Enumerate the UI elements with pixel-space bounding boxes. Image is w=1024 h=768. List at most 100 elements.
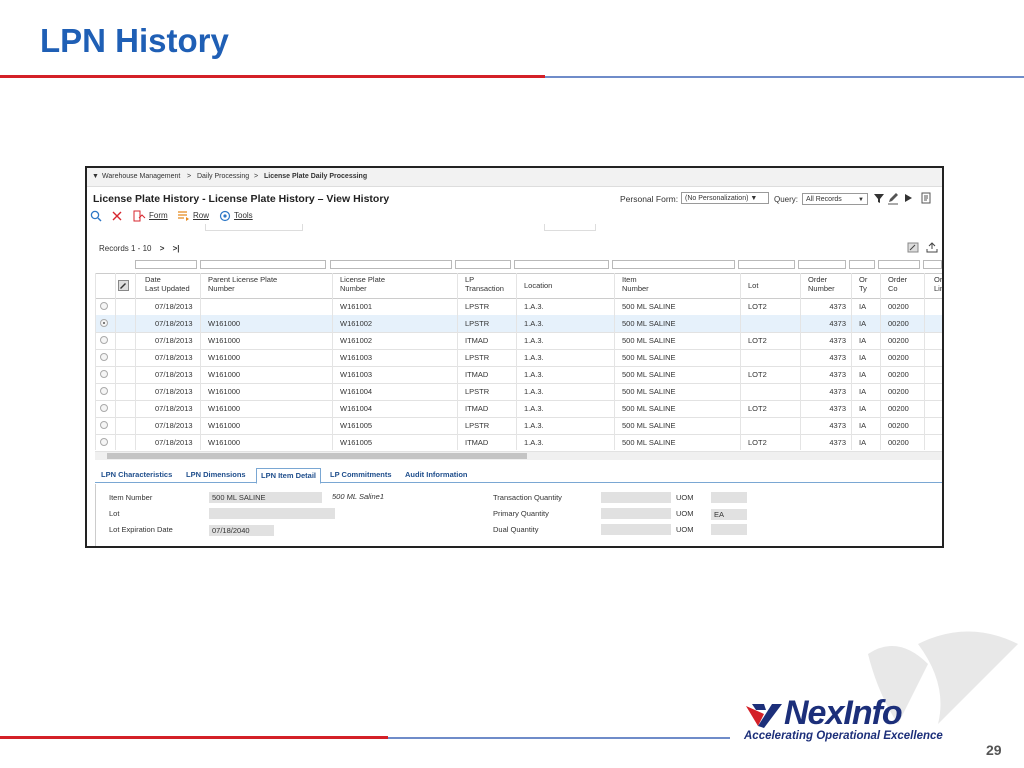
transaction-uom-field[interactable] bbox=[711, 492, 747, 503]
qbe-input-parent[interactable] bbox=[200, 260, 326, 269]
form-menu[interactable]: Form bbox=[149, 211, 168, 220]
breadcrumb-item-daily[interactable]: Daily Processing bbox=[197, 173, 249, 180]
cell-trans: LPSTR bbox=[465, 421, 490, 430]
table-row[interactable]: 07/18/2013 W161000 W161003 ITMAD 1.A.3. 500 M… bbox=[95, 366, 942, 384]
table-row[interactable]: 07/18/2013 W161001 LPSTR 1.A.3. 500 ML SALIN… bbox=[95, 298, 942, 316]
row-select-radio[interactable] bbox=[100, 370, 108, 378]
table-row[interactable]: 07/18/2013 W161000 W161005 ITMAD 1.A.3. 500 M… bbox=[95, 434, 942, 452]
row-select-radio[interactable] bbox=[100, 404, 108, 412]
next-icon[interactable]: > bbox=[160, 244, 165, 253]
table-row[interactable]: 07/18/2013 W161000 W161004 LPSTR 1.A.3. 500 M… bbox=[95, 383, 942, 401]
tab-lpn-dimensions[interactable]: LPN Dimensions bbox=[186, 470, 246, 479]
play-icon[interactable] bbox=[902, 191, 914, 205]
row-menu[interactable]: Row bbox=[193, 211, 209, 220]
grid-edit-icon[interactable] bbox=[118, 280, 129, 291]
row-select-radio[interactable] bbox=[100, 438, 108, 446]
transaction-quantity-field[interactable] bbox=[601, 492, 671, 503]
filter-icon[interactable] bbox=[873, 191, 885, 205]
dual-uom-field[interactable] bbox=[711, 524, 747, 535]
tab-lpn-characteristics[interactable]: LPN Characteristics bbox=[101, 470, 172, 479]
table-row[interactable]: 07/18/2013 W161000 W161004 ITMAD 1.A.3. 500 M… bbox=[95, 400, 942, 418]
row-select-radio[interactable] bbox=[100, 387, 108, 395]
edit-icon[interactable] bbox=[887, 191, 899, 205]
column-header-parent[interactable]: Parent License Plate Number bbox=[208, 275, 277, 293]
form-icon[interactable] bbox=[133, 210, 146, 222]
table-row[interactable]: 07/18/2013 W161000 W161002 LPSTR 1.A.3. 500 M… bbox=[95, 315, 942, 333]
breadcrumb-toggle-icon[interactable]: ▼ bbox=[92, 173, 99, 180]
close-icon[interactable] bbox=[112, 211, 122, 221]
qbe-input-lpn[interactable] bbox=[330, 260, 452, 269]
qbe-input-item[interactable] bbox=[612, 260, 735, 269]
lot-field[interactable] bbox=[209, 508, 335, 519]
cell-parent: W161000 bbox=[208, 438, 241, 447]
uom-label: UOM bbox=[676, 509, 694, 518]
primary-uom-field[interactable]: EA bbox=[711, 509, 747, 520]
row-icon[interactable] bbox=[177, 210, 190, 222]
column-header-orline[interactable]: Ord Line bbox=[934, 275, 942, 293]
qbe-input-orco[interactable] bbox=[878, 260, 920, 269]
edit-grid-icon[interactable] bbox=[907, 242, 919, 253]
cell-item: 500 ML SALINE bbox=[622, 302, 676, 311]
table-row[interactable]: 07/18/2013 W161000 W161005 LPSTR 1.A.3. 500 M… bbox=[95, 417, 942, 435]
last-icon[interactable]: >| bbox=[173, 244, 180, 253]
item-number-field[interactable]: 500 ML SALINE bbox=[209, 492, 322, 503]
cell-lot: LOT2 bbox=[748, 302, 767, 311]
cell-lot: LOT2 bbox=[748, 370, 767, 379]
row-select-radio[interactable] bbox=[100, 421, 108, 429]
column-header-date[interactable]: Date Last Updated bbox=[145, 275, 190, 293]
row-select-radio[interactable] bbox=[100, 319, 108, 327]
horizontal-scrollbar[interactable] bbox=[95, 452, 942, 460]
column-header-lot[interactable]: Lot bbox=[748, 281, 758, 290]
column-header-orty[interactable]: Or Ty bbox=[859, 275, 867, 293]
column-header-order[interactable]: Order Number bbox=[808, 275, 835, 293]
tools-icon[interactable] bbox=[219, 210, 231, 222]
qbe-input-orty[interactable] bbox=[849, 260, 875, 269]
qbe-input-order[interactable] bbox=[798, 260, 846, 269]
cell-orty: IA bbox=[859, 370, 867, 379]
tab-strip: LPN Characteristics LPN Dimensions LPN I… bbox=[95, 468, 942, 484]
tab-lpn-item-detail[interactable]: LPN Item Detail bbox=[256, 468, 322, 484]
query-select[interactable]: All Records ▼ bbox=[802, 193, 868, 205]
scrollbar-thumb[interactable] bbox=[107, 453, 527, 459]
slide-title: LPN History bbox=[40, 22, 229, 59]
column-header-orco[interactable]: Order Co bbox=[888, 275, 907, 293]
qbe-input-trans[interactable] bbox=[455, 260, 511, 269]
breadcrumb-item-warehouse[interactable]: Warehouse Management bbox=[102, 173, 180, 180]
cell-date: 07/18/2013 bbox=[155, 370, 193, 379]
tools-menu[interactable]: Tools bbox=[234, 211, 253, 220]
personal-form-select[interactable]: (No Personalization) ▼ bbox=[681, 192, 769, 204]
row-select-radio[interactable] bbox=[100, 353, 108, 361]
column-header-loc[interactable]: Location bbox=[524, 281, 552, 290]
table-row[interactable]: 07/18/2013 W161000 W161003 LPSTR 1.A.3. 500 M… bbox=[95, 349, 942, 367]
tab-audit-information[interactable]: Audit Information bbox=[405, 470, 468, 479]
qbe-input-date[interactable] bbox=[135, 260, 197, 269]
cell-lpn: W161003 bbox=[340, 353, 373, 362]
row-select-radio[interactable] bbox=[100, 302, 108, 310]
table-row[interactable]: 07/18/2013 W161000 W161002 ITMAD 1.A.3. 500 M… bbox=[95, 332, 942, 350]
filter-strip bbox=[205, 224, 303, 231]
lot-expiration-field[interactable]: 07/18/2040 bbox=[209, 525, 274, 536]
qbe-input-orline[interactable] bbox=[923, 260, 942, 269]
qbe-input-location[interactable] bbox=[514, 260, 609, 269]
cell-orty: IA bbox=[859, 421, 867, 430]
cell-lpn: W161005 bbox=[340, 421, 373, 430]
qbe-input-lot[interactable] bbox=[738, 260, 795, 269]
cell-loc: 1.A.3. bbox=[524, 319, 544, 328]
dual-quantity-field[interactable] bbox=[601, 524, 671, 535]
column-header-trans[interactable]: LP Transaction bbox=[465, 275, 504, 293]
cell-order: 4373 bbox=[829, 421, 846, 430]
page-number: 29 bbox=[986, 742, 1002, 758]
cell-orty: IA bbox=[859, 302, 867, 311]
row-select-radio[interactable] bbox=[100, 336, 108, 344]
column-header-lpn[interactable]: License Plate Number bbox=[340, 275, 385, 293]
search-icon[interactable] bbox=[90, 210, 102, 222]
cell-loc: 1.A.3. bbox=[524, 387, 544, 396]
tab-lp-commitments[interactable]: LP Commitments bbox=[330, 470, 392, 479]
cell-order: 4373 bbox=[829, 387, 846, 396]
cell-date: 07/18/2013 bbox=[155, 319, 193, 328]
cell-orco: 00200 bbox=[888, 319, 909, 328]
export-icon[interactable] bbox=[926, 242, 938, 253]
report-icon[interactable] bbox=[920, 191, 932, 205]
column-header-item[interactable]: Item Number bbox=[622, 275, 649, 293]
primary-quantity-field[interactable] bbox=[601, 508, 671, 519]
